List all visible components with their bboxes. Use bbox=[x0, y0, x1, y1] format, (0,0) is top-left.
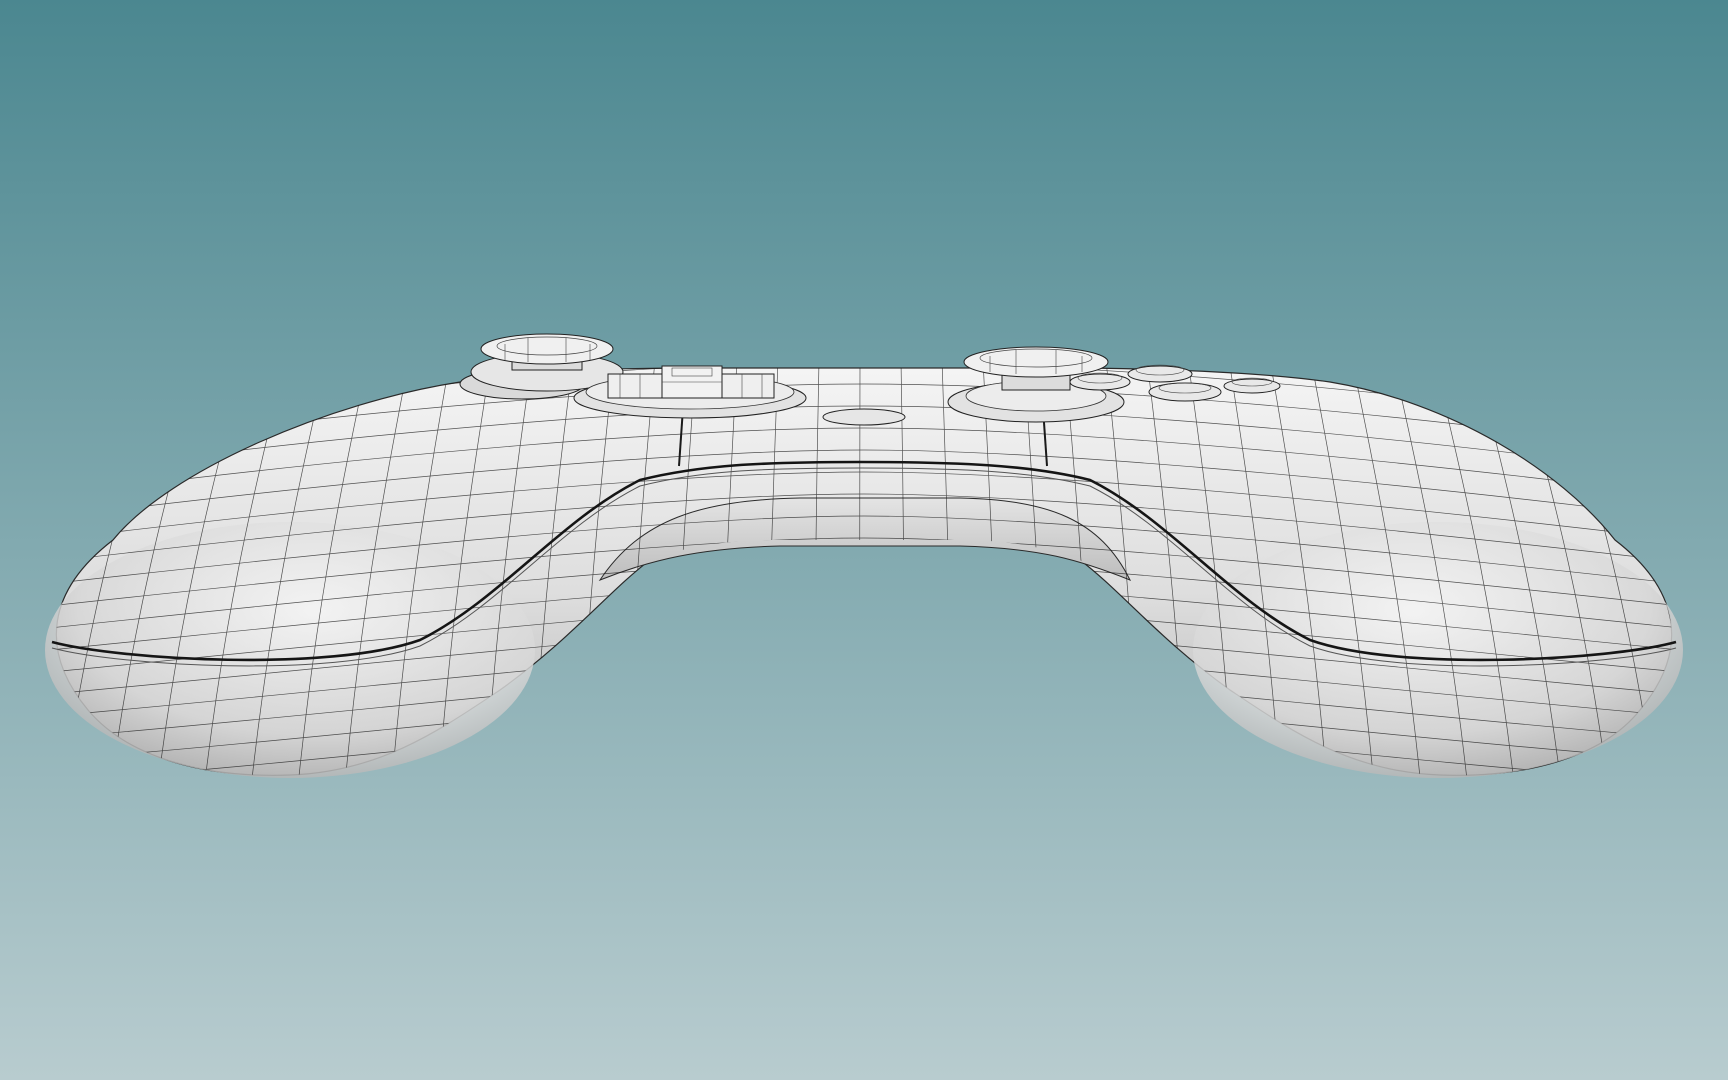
home-button bbox=[822, 408, 906, 426]
controller-model bbox=[45, 333, 1683, 778]
dpad bbox=[573, 365, 807, 419]
render-viewport bbox=[0, 0, 1728, 1080]
right-grip bbox=[1193, 522, 1683, 778]
